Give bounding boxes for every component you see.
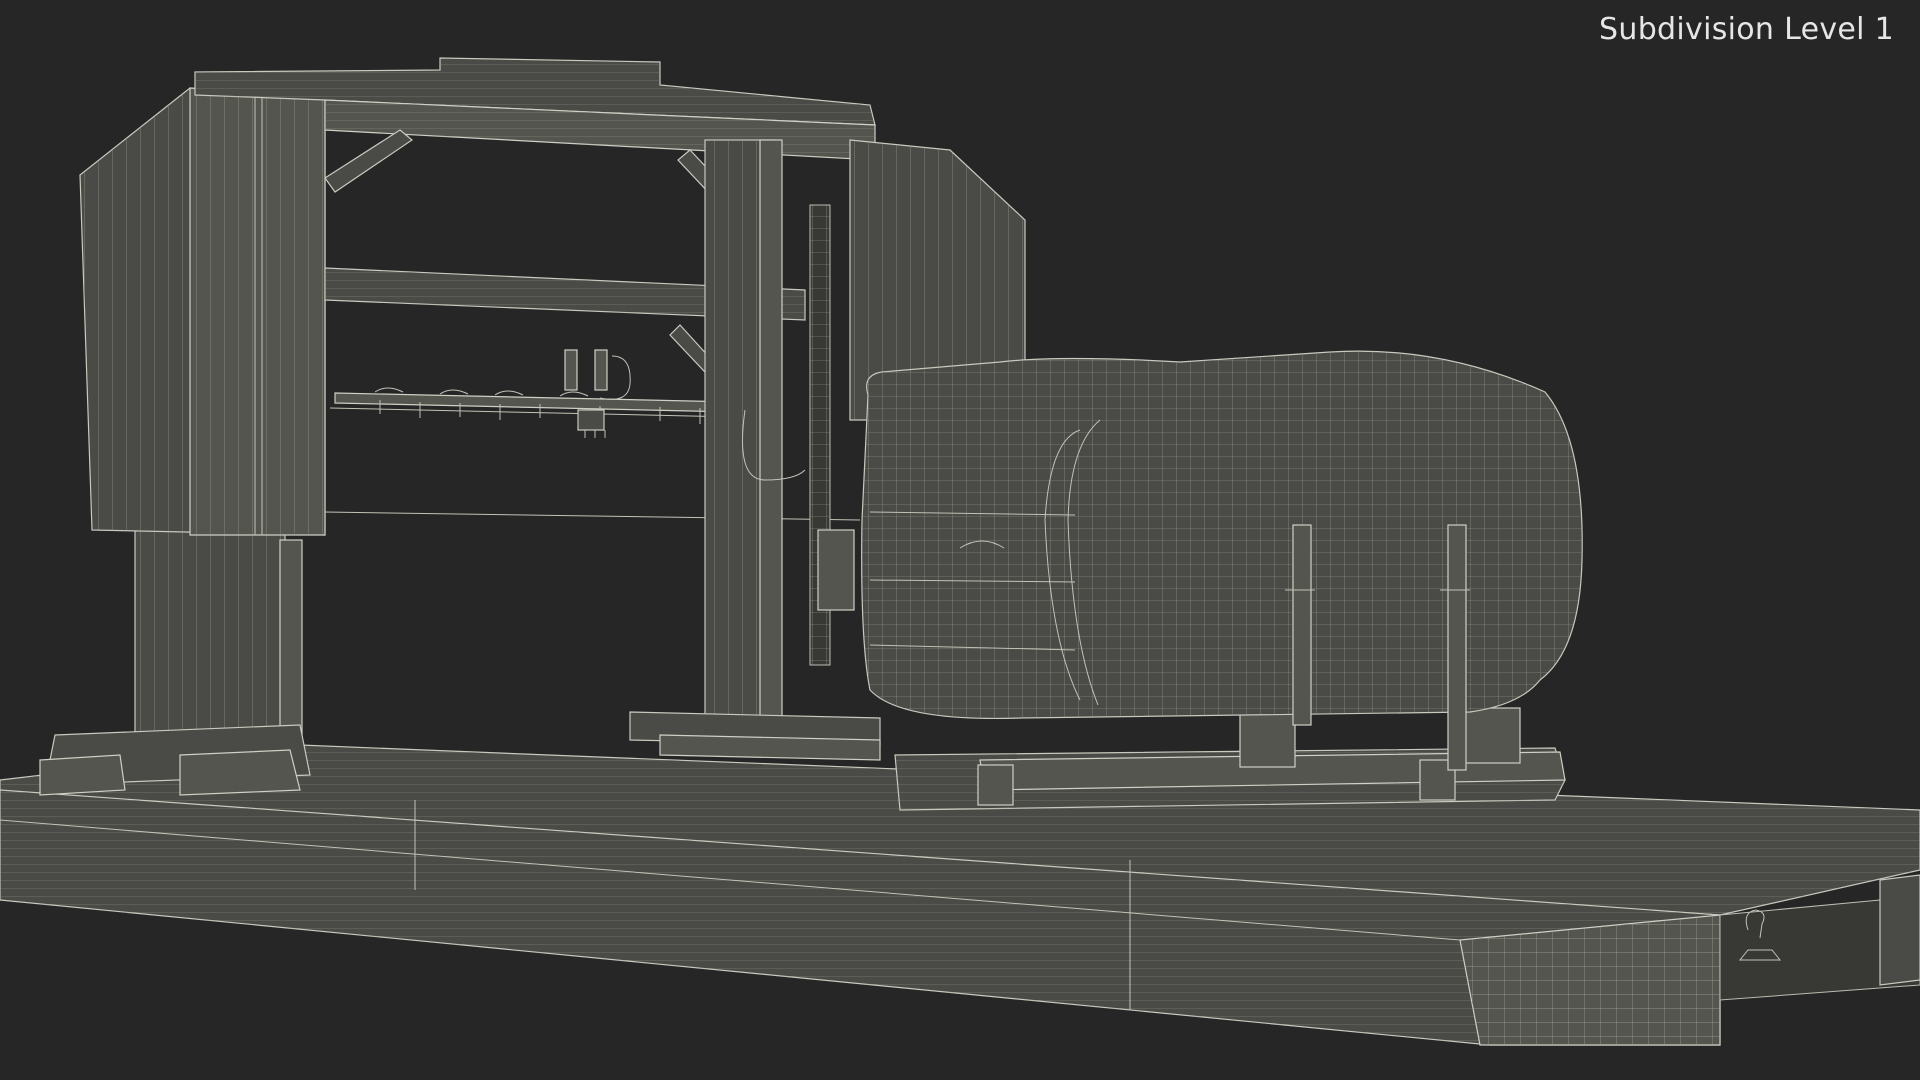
- left-column: [39, 519, 311, 796]
- timber-log: [861, 350, 1583, 720]
- wireframe-scene: [0, 57, 1920, 1046]
- render-viewport: Subdivision Level 1: [0, 0, 1920, 1080]
- left-blade-housing: [79, 87, 326, 536]
